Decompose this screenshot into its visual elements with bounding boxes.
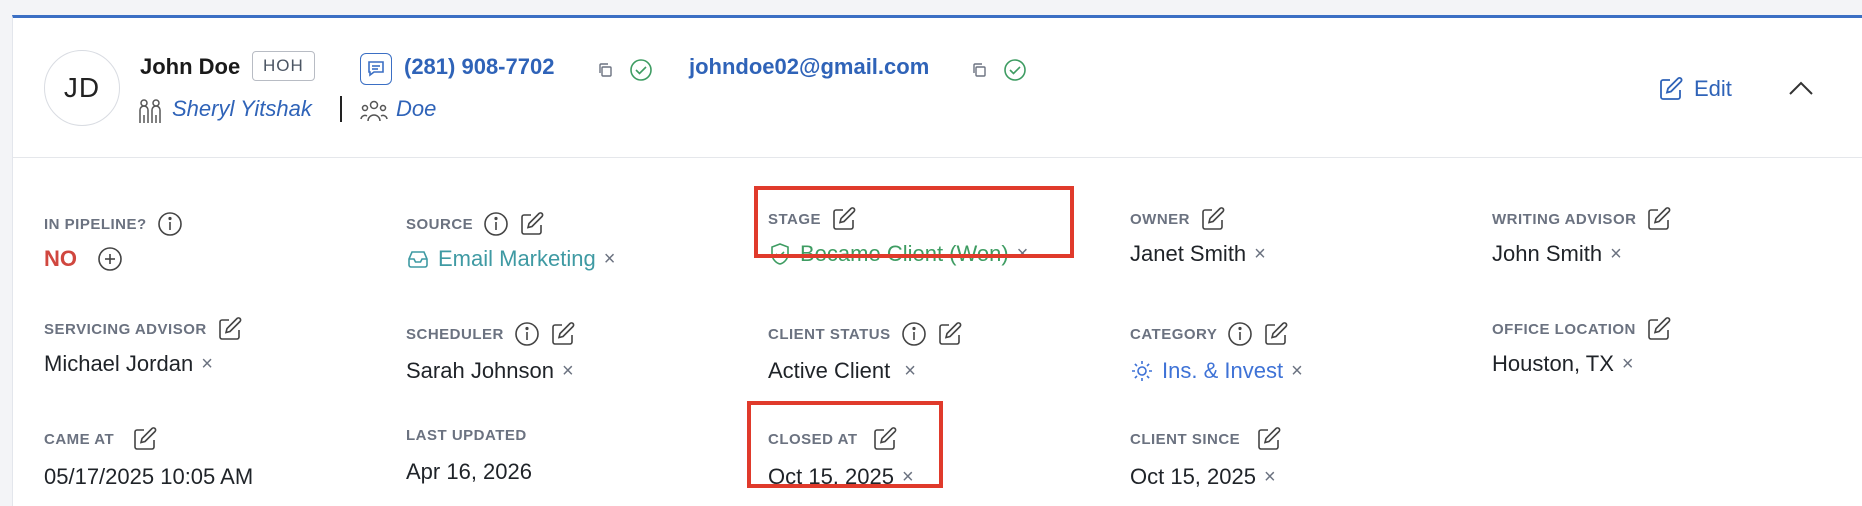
household-link[interactable]: Doe xyxy=(396,96,436,122)
hoh-badge: HOH xyxy=(252,51,315,81)
pencil-icon[interactable] xyxy=(132,426,158,452)
client-status-value-text: Active Client xyxy=(768,358,891,383)
came-at-label: CAME AT xyxy=(44,426,158,452)
writing-advisor-value-text: John Smith xyxy=(1492,241,1603,266)
last-updated-value-text: Apr 16, 2026 xyxy=(406,459,532,484)
source-value: Email Marketing × xyxy=(406,246,615,272)
divider xyxy=(340,96,342,122)
in-pipeline-value-text: NO xyxy=(44,246,77,271)
office-location-label: OFFICE LOCATION xyxy=(1492,316,1672,342)
pencil-icon[interactable] xyxy=(519,211,545,237)
stage-highlight-box xyxy=(754,186,1074,258)
source-label-text: SOURCE xyxy=(406,215,474,233)
avatar: JD xyxy=(44,50,120,126)
info-icon[interactable] xyxy=(483,211,509,237)
remove-office-location-button[interactable]: × xyxy=(1622,353,1634,376)
office-location-value: Houston, TX × xyxy=(1492,351,1634,377)
in-pipeline-label-text: IN PIPELINE? xyxy=(44,215,147,233)
category-label-text: CATEGORY xyxy=(1130,325,1218,343)
servicing-advisor-value-text: Michael Jordan xyxy=(44,351,194,376)
info-icon[interactable] xyxy=(157,211,183,237)
owner-value-text: Janet Smith xyxy=(1130,241,1247,266)
client-status-label-text: CLIENT STATUS xyxy=(768,325,891,343)
owner-label: OWNER xyxy=(1130,206,1226,232)
remove-scheduler-button[interactable]: × xyxy=(562,360,574,383)
in-pipeline-value: NO xyxy=(44,246,123,272)
scheduler-value: Sarah Johnson × xyxy=(406,358,574,384)
category-value-text: Ins. & Invest xyxy=(1162,358,1284,383)
in-pipeline-label: IN PIPELINE? xyxy=(44,211,183,237)
remove-source-button[interactable]: × xyxy=(604,248,616,271)
client-status-value: Active Client × xyxy=(768,358,916,384)
owner-label-text: OWNER xyxy=(1130,210,1190,228)
remove-owner-button[interactable]: × xyxy=(1254,243,1266,266)
inbox-icon xyxy=(406,247,430,271)
writing-advisor-label: WRITING ADVISOR xyxy=(1492,206,1672,232)
source-value-text: Email Marketing xyxy=(438,246,596,271)
closed-at-highlight-box xyxy=(747,401,943,488)
category-label: CATEGORY xyxy=(1130,321,1289,347)
writing-advisor-value: John Smith × xyxy=(1492,241,1622,267)
pencil-icon[interactable] xyxy=(217,316,243,342)
remove-servicing-advisor-button[interactable]: × xyxy=(201,353,213,376)
copy-email-icon[interactable] xyxy=(971,62,987,78)
edit-button[interactable]: Edit xyxy=(1658,76,1732,102)
pencil-icon[interactable] xyxy=(1200,206,1226,232)
owner-value: Janet Smith × xyxy=(1130,241,1266,267)
client-since-value-text: Oct 15, 2025 xyxy=(1130,464,1256,489)
scheduler-value-text: Sarah Johnson xyxy=(406,358,554,383)
came-at-value-text: 05/17/2025 10:05 AM xyxy=(44,464,254,489)
servicing-advisor-value: Michael Jordan × xyxy=(44,351,213,377)
client-since-value: Oct 15, 2025 × xyxy=(1130,464,1276,490)
remove-client-status-button[interactable]: × xyxy=(904,360,916,383)
contact-card: JD John Doe HOH (281) 908-7702 johndoe02… xyxy=(12,15,1862,506)
relation-person-link[interactable]: Sheryl Yitshak xyxy=(172,96,312,122)
email-link[interactable]: johndoe02@gmail.com xyxy=(689,54,929,80)
pencil-icon[interactable] xyxy=(937,321,963,347)
writing-advisor-label-text: WRITING ADVISOR xyxy=(1492,210,1637,228)
pencil-icon[interactable] xyxy=(1256,426,1282,452)
remove-client-since-button[interactable]: × xyxy=(1264,466,1276,489)
client-since-label-text: CLIENT SINCE xyxy=(1130,430,1241,448)
category-value: Ins. & Invest × xyxy=(1130,358,1303,384)
sun-icon xyxy=(1130,359,1154,383)
contact-name: John Doe xyxy=(140,54,241,79)
came-at-value: 05/17/2025 10:05 AM xyxy=(44,464,253,490)
source-label: SOURCE xyxy=(406,211,545,237)
phone-link[interactable]: (281) 908-7702 xyxy=(404,54,554,80)
scheduler-label-text: SCHEDULER xyxy=(406,325,504,343)
remove-writing-advisor-button[interactable]: × xyxy=(1610,243,1622,266)
pencil-icon[interactable] xyxy=(1263,321,1289,347)
edit-label: Edit xyxy=(1694,76,1732,101)
remove-category-button[interactable]: × xyxy=(1291,360,1303,383)
info-icon[interactable] xyxy=(1227,321,1253,347)
phone-verified-icon xyxy=(629,58,653,82)
pencil-icon[interactable] xyxy=(1646,316,1672,342)
last-updated-value: Apr 16, 2026 xyxy=(406,459,532,485)
last-updated-label: LAST UPDATED xyxy=(406,427,527,444)
last-updated-label-text: LAST UPDATED xyxy=(406,427,527,444)
contact-header: JD John Doe HOH (281) 908-7702 johndoe02… xyxy=(13,18,1862,158)
add-circle-icon[interactable] xyxy=(97,246,123,272)
servicing-advisor-label-text: SERVICING ADVISOR xyxy=(44,320,207,338)
client-status-label: CLIENT STATUS xyxy=(768,321,963,347)
servicing-advisor-label: SERVICING ADVISOR xyxy=(44,316,243,342)
collapse-chevron-icon[interactable] xyxy=(1788,80,1814,96)
edit-icon xyxy=(1658,76,1684,102)
office-location-value-text: Houston, TX xyxy=(1492,351,1614,376)
pencil-icon[interactable] xyxy=(550,321,576,347)
message-icon[interactable] xyxy=(360,53,392,85)
scheduler-label: SCHEDULER xyxy=(406,321,576,347)
email-verified-icon xyxy=(1003,58,1027,82)
client-since-label: CLIENT SINCE xyxy=(1130,426,1282,452)
pencil-icon[interactable] xyxy=(1646,206,1672,232)
household-icon xyxy=(360,97,388,125)
info-icon[interactable] xyxy=(901,321,927,347)
copy-phone-icon[interactable] xyxy=(597,62,613,78)
office-location-label-text: OFFICE LOCATION xyxy=(1492,320,1636,338)
family-icon xyxy=(136,97,164,125)
info-icon[interactable] xyxy=(514,321,540,347)
came-at-label-text: CAME AT xyxy=(44,430,115,448)
